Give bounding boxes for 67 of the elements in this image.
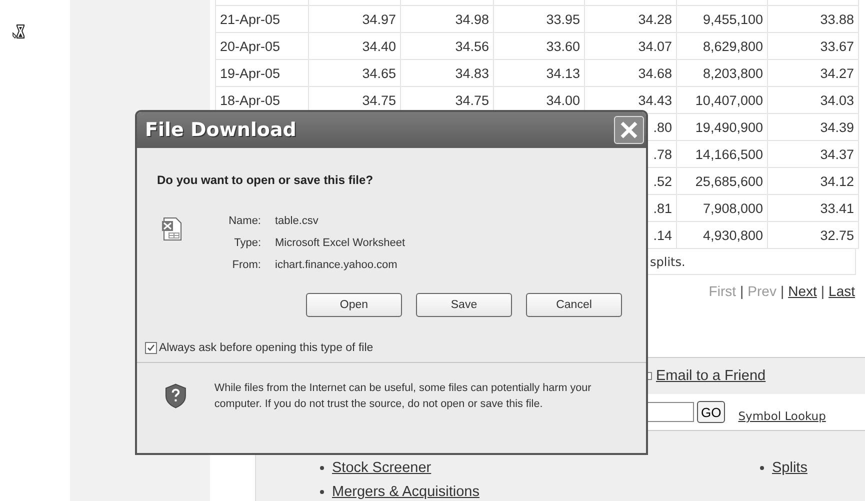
table-cell: 34.03 [768,86,858,114]
table-cell: 9,455,100 [676,6,768,32]
table-cell: 34.28 [584,6,676,32]
security-warning: While files from the Internet can be useful, some files can potentially harm your computer. If you do not trust the source, do not open or save this file. [214,381,592,412]
table-cell: 34.12 [768,168,858,194]
pagination-separator: | [740,283,744,299]
checkbox[interactable] [145,342,157,354]
go-button[interactable]: GO [697,401,726,423]
footer-link[interactable]: Stock Screener [332,460,432,476]
dialog-title: File Download [145,119,296,141]
field-value: Microsoft Excel Worksheet [275,237,406,249]
table-cell: 7,908,000 [676,194,768,222]
table-cell: 25,685,600 [676,168,768,194]
table-cell: 34.13 [494,60,584,86]
table-cell: 19,490,900 [676,114,768,140]
close-icon [619,120,639,140]
table-cell: 34.27 [768,60,858,86]
table-cell: 34.68 [584,60,676,86]
table-cell: 20-Apr-05 [216,32,308,60]
table-note: splits. [650,254,686,268]
table-cell: 34.56 [400,32,494,60]
pagination-link[interactable]: Last [828,283,855,299]
table-cell: 32.75 [768,222,858,248]
table-cell: 34.37 [768,140,858,168]
field-value: table.csv [275,215,320,227]
field-label: Name: [228,215,261,227]
table-cell: 14,166,500 [676,140,768,168]
table-cell: 8,203,800 [676,60,768,86]
field-value: ichart.finance.yahoo.com [275,259,398,271]
symbol-lookup-link[interactable]: Symbol Lookup [738,409,826,423]
table-cell: 34.39 [768,114,858,140]
table-cell: 34.97 [308,6,400,32]
table-cell: 34.65 [308,60,400,86]
table-cell: 34.07 [584,32,676,60]
dialog-button[interactable]: Cancel [526,293,622,317]
table-cell: 33.41 [768,194,858,222]
table-cell: 21-Apr-05 [216,6,308,32]
table-cell: 34.98 [400,6,494,32]
table-cell: 19-Apr-05 [216,60,308,86]
dialog-button[interactable]: Open [306,293,402,317]
dialog-button[interactable]: Save [416,293,512,317]
bullet-icon [760,466,764,470]
field-label: From: [231,259,261,271]
table-cell: 33.67 [768,32,858,60]
table-cell: 33.95 [494,6,584,32]
footer-link[interactable]: Splits [772,460,808,476]
bullet-icon [320,490,324,494]
footer-link[interactable]: Mergers & Acquisitions [332,484,480,500]
pagination-separator: | [780,283,784,299]
hourglass-cursor-icon [12,24,25,39]
dialog-question: Do you want to open or save this file? [157,173,374,187]
bullet-icon [320,466,324,470]
table-cell: 34.83 [400,60,494,86]
pagination-link[interactable]: Next [788,283,817,299]
table-cell: 8,629,800 [676,32,768,60]
table-cell: 34.40 [308,32,400,60]
pagination-separator: | [820,283,825,299]
email-link[interactable]: Email to a Friend [656,368,766,384]
table-cell: 33.88 [768,6,858,32]
table-cell: 10,407,000 [676,86,768,114]
close-button[interactable] [614,116,644,144]
table-cell: 33.60 [494,32,584,60]
shield-question-icon [165,383,186,409]
checkbox-label: Always ask before opening this type of file [159,342,374,354]
table-cell: 4,930,800 [676,222,768,248]
spreadsheet-file-icon [161,217,183,241]
field-label: Type: [233,237,261,249]
